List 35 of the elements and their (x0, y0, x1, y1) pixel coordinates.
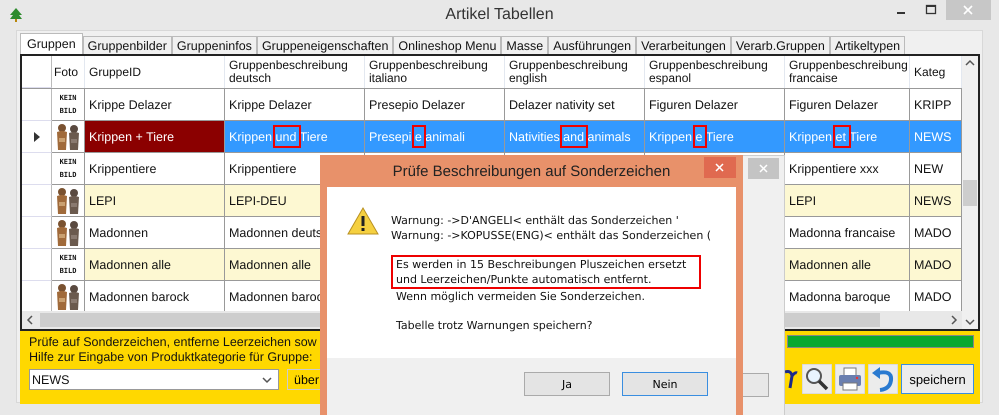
warning-text: Warnung: ->D'ANGELI< enthält das Sonderzeichen ' (391, 213, 680, 228)
table-cell: Madonnen (85, 217, 225, 249)
table-cell: NEW (910, 153, 962, 185)
warning-text: Warnung: ->KOPUSSE(ENG)< enthält das Sonderzeichen ( (391, 228, 712, 243)
table-cell: Krippe Delazer (225, 89, 365, 121)
table-cell: Madonnen alle (785, 249, 910, 281)
table-cell: Krippen + Tiere (85, 121, 225, 153)
dialog-title: Prüfe Beschreibungen auf Sonderzeichen (392, 162, 670, 180)
table-cell: LEPI (85, 185, 225, 217)
table-cell: Krippen e Tiere (645, 121, 785, 153)
table-cell: MADO (910, 249, 962, 281)
table-cell: Nativities and animals (505, 121, 645, 153)
table-cell: NEWS (910, 185, 962, 217)
table-cell: Krippen und Tiere (225, 121, 365, 153)
question-text: Tabelle trotz Warnungen speichern? (396, 318, 594, 333)
hint-text: Wenn möglich vermeiden Sie Sonderzeichen. (396, 289, 646, 304)
table-cell: Krippentiere (85, 153, 225, 185)
table-cell: LEPI (785, 185, 910, 217)
table-cell: NEWS (910, 121, 962, 153)
table-cell: Krippentiere xxx (785, 153, 910, 185)
table-cell: Presepio Delazer (365, 89, 505, 121)
table-cell: Presepi e animali (365, 121, 505, 153)
window-title: Artikel Tabellen (445, 6, 554, 24)
table-cell: Madonnen alle (85, 249, 225, 281)
info-text: Prüfe auf Sonderzeichen, entferne Leerzeichen sow (29, 335, 318, 350)
table-cell: Madonna francaise (785, 217, 910, 249)
info-text: Hilfe zur Eingabe von Produktkategorie für Gruppe: (29, 350, 314, 365)
table-cell: Figuren Delazer (785, 89, 910, 121)
table-cell: Krippen et Tiere (785, 121, 910, 153)
table-cell: KRIPP (910, 89, 962, 121)
notice-text: Es werden in 15 Beschreibungen Pluszeichen ersetzt und Leerzeichen/Punkte automatisch entfernt. (391, 255, 701, 289)
table-cell: MADO (910, 217, 962, 249)
table-cell: Figuren Delazer (645, 89, 785, 121)
table-cell: Delazer nativity set (505, 89, 645, 121)
table-cell: Krippe Delazer (85, 89, 225, 121)
